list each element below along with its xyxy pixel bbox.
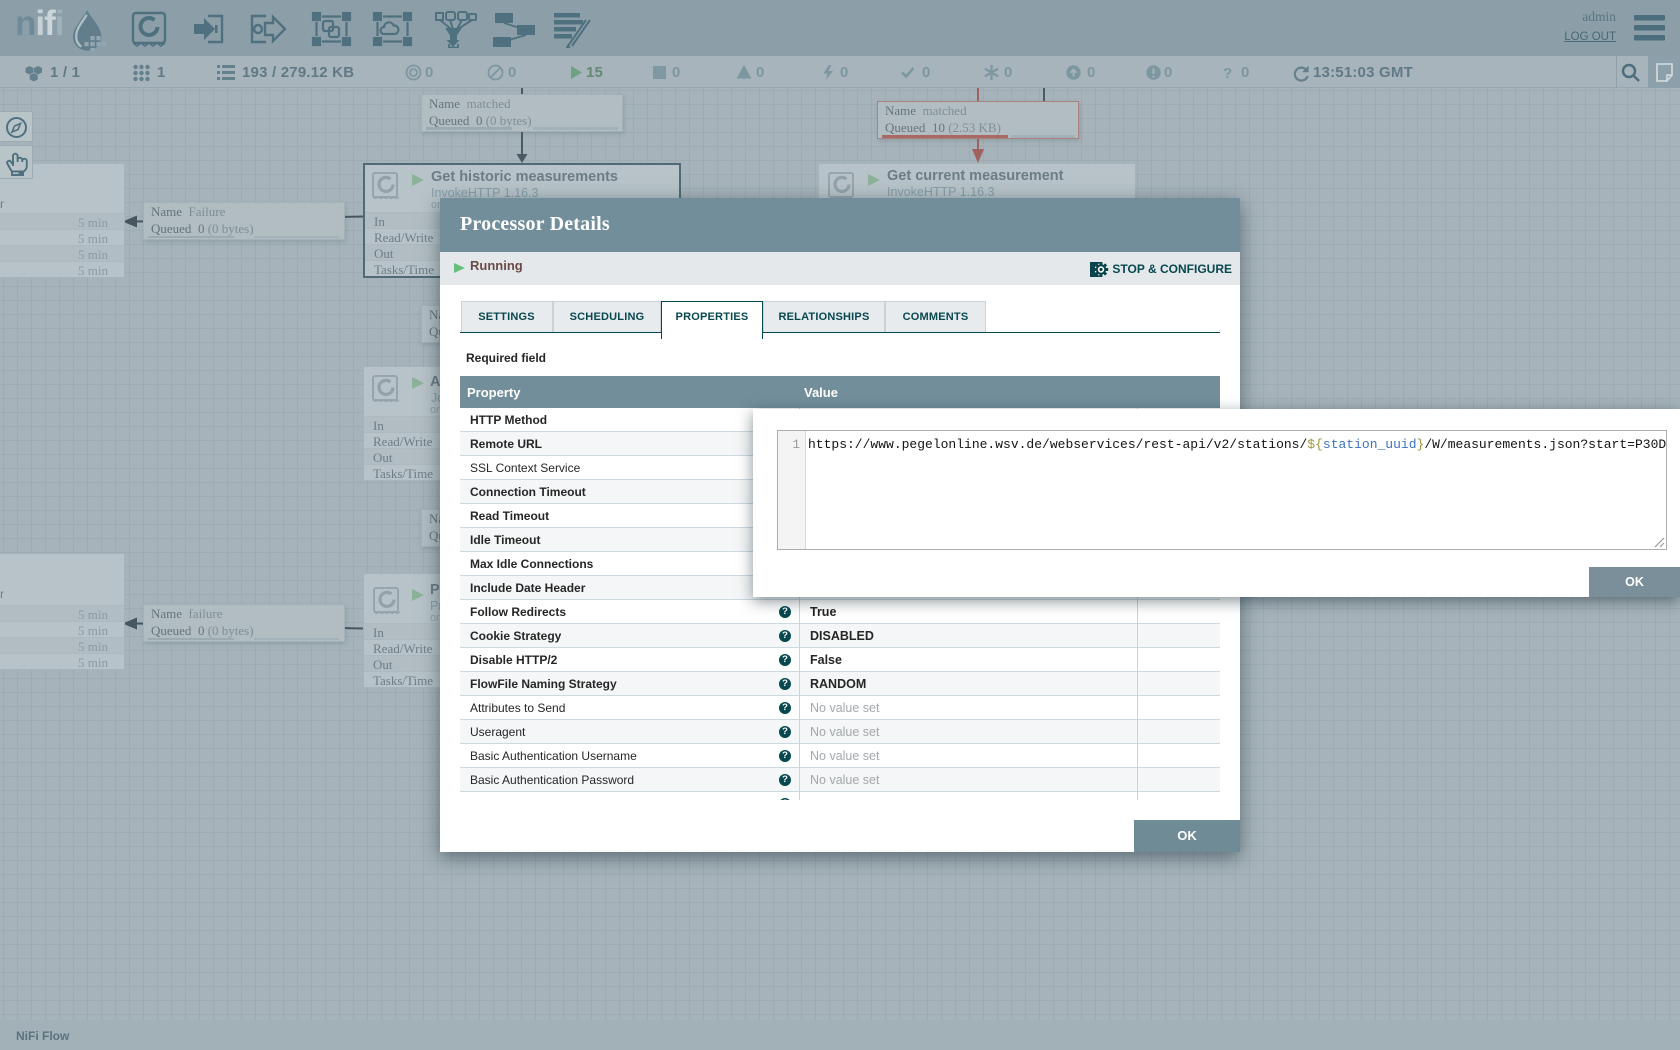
svg-text:?: ? (1223, 65, 1232, 82)
